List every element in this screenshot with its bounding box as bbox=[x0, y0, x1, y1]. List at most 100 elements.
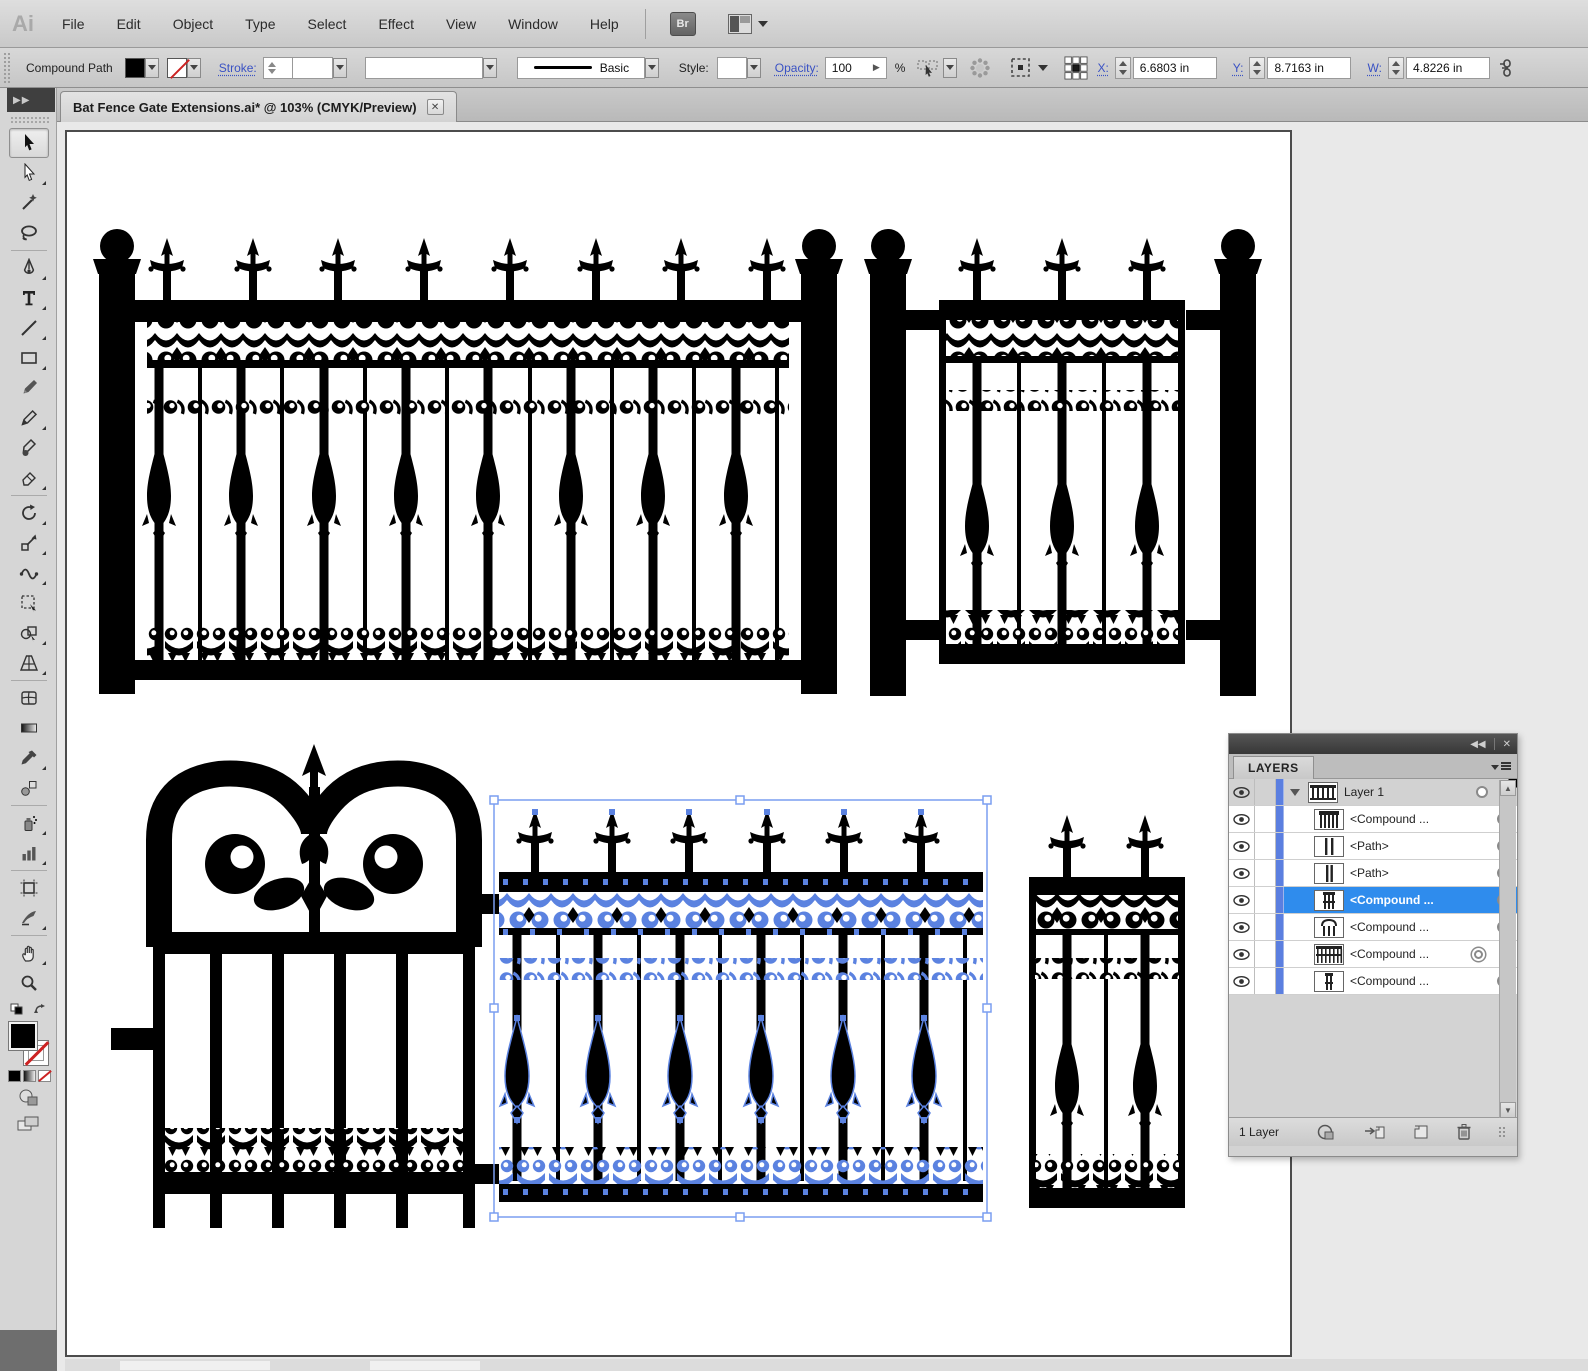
style-field[interactable] bbox=[716, 56, 747, 79]
layers-scrollbar[interactable]: ▲ ▼ bbox=[1499, 780, 1516, 1118]
target-circle-targeted[interactable] bbox=[1474, 949, 1483, 959]
opacity-field[interactable]: 100 ▶ bbox=[824, 56, 887, 79]
menu-help[interactable]: Help bbox=[574, 0, 635, 48]
fill-stroke-indicator[interactable] bbox=[7, 1020, 51, 1066]
scroll-up-arrow[interactable]: ▲ bbox=[1500, 780, 1516, 796]
screen-mode-button[interactable] bbox=[16, 1114, 42, 1134]
shape-builder-tool[interactable] bbox=[9, 618, 49, 648]
eraser-tool[interactable] bbox=[9, 463, 49, 493]
dock-collapse-button[interactable]: ▶▶ bbox=[7, 88, 55, 112]
width-profile-dropdown[interactable] bbox=[644, 57, 659, 78]
w-link[interactable]: W: bbox=[1367, 61, 1381, 75]
menu-edit[interactable]: Edit bbox=[101, 0, 157, 48]
reference-point-locator[interactable] bbox=[1064, 55, 1088, 80]
panel-resize-grip[interactable] bbox=[1498, 1126, 1507, 1138]
object-row-compound-targeted[interactable]: <Compound ... bbox=[1229, 941, 1517, 968]
layer-row-layer1[interactable]: Layer 1 bbox=[1229, 779, 1517, 806]
panel-close-icon[interactable]: ✕ bbox=[1503, 739, 1511, 750]
perspective-grid-tool[interactable] bbox=[9, 648, 49, 678]
width-tool[interactable] bbox=[9, 558, 49, 588]
delete-selection-button[interactable] bbox=[1456, 1123, 1472, 1141]
tab-layers[interactable]: LAYERS bbox=[1233, 756, 1314, 779]
rectangle-tool[interactable] bbox=[9, 343, 49, 373]
pen-tool[interactable] bbox=[9, 253, 49, 283]
pencil-tool[interactable] bbox=[9, 403, 49, 433]
select-similar-button[interactable] bbox=[916, 56, 940, 80]
object-row-compound-1[interactable]: <Compound ... bbox=[1229, 806, 1517, 833]
fill-black-swatch[interactable] bbox=[8, 1021, 38, 1051]
arched-gate-artwork[interactable] bbox=[111, 744, 499, 1228]
stroke-weight-dropdown[interactable] bbox=[332, 57, 347, 78]
lock-toggle[interactable] bbox=[1255, 860, 1276, 886]
free-transform-tool[interactable] bbox=[9, 588, 49, 618]
align-button[interactable] bbox=[1009, 56, 1033, 80]
style-dropdown[interactable] bbox=[746, 57, 761, 78]
object-row-path-1[interactable]: <Path> bbox=[1229, 833, 1517, 860]
large-fence-artwork[interactable] bbox=[93, 229, 843, 694]
w-spinner[interactable] bbox=[1387, 56, 1404, 79]
width-profile-field[interactable]: Basic bbox=[516, 56, 645, 79]
lock-toggle[interactable] bbox=[1255, 806, 1276, 832]
symbol-sprayer-tool[interactable] bbox=[9, 808, 49, 838]
visibility-toggle[interactable] bbox=[1229, 806, 1255, 832]
new-layer-button[interactable] bbox=[1412, 1123, 1430, 1141]
brush-definition-dropdown[interactable] bbox=[482, 57, 497, 78]
fill-color-swatch[interactable] bbox=[124, 57, 145, 78]
menu-select[interactable]: Select bbox=[292, 0, 363, 48]
object-row-path-2[interactable]: <Path> bbox=[1229, 860, 1517, 887]
visibility-toggle[interactable] bbox=[1229, 860, 1255, 886]
close-icon[interactable]: ✕ bbox=[426, 99, 444, 115]
column-graph-tool[interactable] bbox=[9, 838, 49, 868]
opacity-link[interactable]: Opacity: bbox=[775, 61, 819, 75]
stroke-weight-link[interactable]: Stroke: bbox=[219, 61, 257, 75]
panel-collapse-icon[interactable]: ◀◀ bbox=[1470, 739, 1485, 750]
stroke-color-swatch[interactable] bbox=[166, 57, 187, 78]
lock-toggle[interactable] bbox=[1255, 941, 1276, 967]
drawing-mode-button[interactable] bbox=[16, 1088, 42, 1108]
target-circle[interactable] bbox=[1476, 786, 1488, 798]
color-mode-button[interactable] bbox=[7, 1070, 21, 1082]
visibility-toggle[interactable] bbox=[1229, 779, 1255, 805]
visibility-toggle[interactable] bbox=[1229, 968, 1255, 994]
x-field[interactable]: 6.6803 in bbox=[1132, 56, 1217, 79]
visibility-toggle[interactable] bbox=[1229, 914, 1255, 940]
gradient-mode-button[interactable] bbox=[22, 1070, 36, 1082]
mesh-tool[interactable] bbox=[9, 683, 49, 713]
visibility-toggle[interactable] bbox=[1229, 833, 1255, 859]
artboard-tool[interactable] bbox=[9, 873, 49, 903]
x-spinner[interactable] bbox=[1114, 56, 1131, 79]
horizontal-scrollbar[interactable] bbox=[65, 1359, 1588, 1371]
visibility-toggle[interactable] bbox=[1229, 941, 1255, 967]
dock-drag-grip[interactable] bbox=[10, 116, 50, 124]
object-row-compound-4[interactable]: <Compound ... bbox=[1229, 968, 1517, 995]
control-bar-grip[interactable] bbox=[3, 51, 12, 84]
object-row-compound-3[interactable]: <Compound ... bbox=[1229, 914, 1517, 941]
gate-artwork[interactable] bbox=[864, 229, 1262, 696]
menu-view[interactable]: View bbox=[430, 0, 492, 48]
w-field[interactable]: 4.8226 in bbox=[1405, 56, 1490, 79]
workspace-switcher[interactable] bbox=[727, 13, 768, 34]
x-link[interactable]: X: bbox=[1097, 61, 1108, 75]
selected-fence-artwork[interactable] bbox=[489, 795, 992, 1222]
select-similar-dropdown[interactable] bbox=[943, 57, 958, 78]
recolor-artwork-button[interactable] bbox=[968, 56, 992, 80]
slice-tool[interactable] bbox=[9, 903, 49, 933]
document-tab[interactable]: Bat Fence Gate Extensions.ai* @ 103% (CM… bbox=[60, 91, 457, 122]
menu-type[interactable]: Type bbox=[229, 0, 291, 48]
menu-effect[interactable]: Effect bbox=[362, 0, 430, 48]
magic-wand-tool[interactable] bbox=[9, 188, 49, 218]
none-mode-button[interactable] bbox=[37, 1070, 51, 1082]
gradient-tool[interactable] bbox=[9, 713, 49, 743]
lasso-tool[interactable] bbox=[9, 218, 49, 248]
fill-color-dropdown[interactable] bbox=[144, 57, 159, 78]
swap-colors-icon[interactable] bbox=[33, 1003, 48, 1015]
type-tool[interactable] bbox=[9, 283, 49, 313]
lock-toggle[interactable] bbox=[1255, 887, 1276, 913]
new-sublayer-button[interactable] bbox=[1364, 1123, 1386, 1141]
stroke-weight-field[interactable] bbox=[292, 56, 333, 79]
default-colors-icon[interactable] bbox=[10, 1003, 24, 1015]
blend-tool[interactable] bbox=[9, 773, 49, 803]
object-row-compound-selected[interactable]: <Compound ... bbox=[1229, 887, 1517, 914]
blob-brush-tool[interactable] bbox=[9, 433, 49, 463]
visibility-toggle[interactable] bbox=[1229, 887, 1255, 913]
